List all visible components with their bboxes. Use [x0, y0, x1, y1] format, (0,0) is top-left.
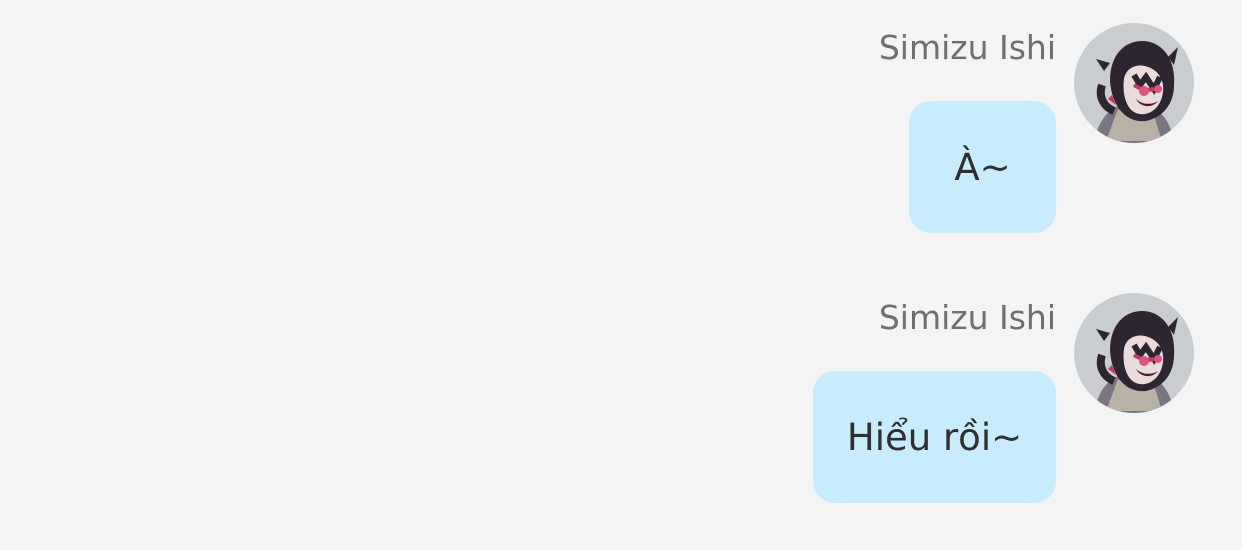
message-bubble[interactable]: À~ [909, 101, 1056, 233]
sender-name[interactable]: Simizu Ishi [879, 295, 1056, 341]
message-text: Hiểu rồi~ [846, 415, 1023, 459]
sender-name[interactable]: Simizu Ishi [879, 25, 1056, 71]
chat-thread: Simizu Ishi À~ Simizu Ishi Hiểu rồi~ [0, 0, 1242, 550]
anime-avatar-icon [1074, 293, 1194, 413]
message-bubble[interactable]: Hiểu rồi~ [813, 371, 1056, 503]
anime-avatar-icon [1074, 23, 1194, 143]
avatar[interactable] [1074, 23, 1194, 143]
avatar[interactable] [1074, 293, 1194, 413]
message-text: À~ [954, 145, 1011, 189]
